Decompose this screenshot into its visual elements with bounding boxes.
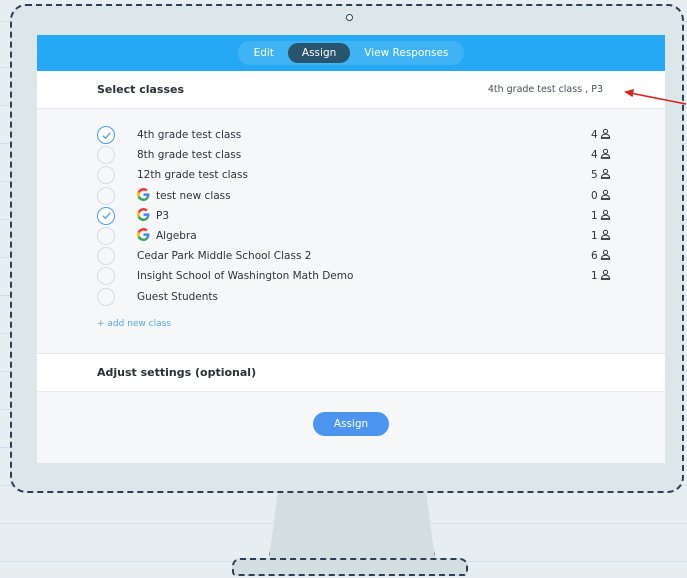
student-count-value: 4 bbox=[591, 129, 598, 142]
student-count: 4 bbox=[591, 148, 611, 162]
selected-classes-summary: 4th grade test class , P3 bbox=[487, 84, 603, 95]
class-row[interactable]: test new class 0 bbox=[37, 186, 665, 206]
tab-view-responses[interactable]: View Responses bbox=[350, 43, 462, 63]
google-classroom-icon bbox=[137, 228, 150, 244]
class-name-label: P3 bbox=[156, 209, 170, 222]
class-checkbox[interactable] bbox=[97, 126, 115, 145]
class-row[interactable]: 8th grade test class 4 bbox=[37, 145, 665, 165]
student-count-value: 6 bbox=[591, 250, 598, 263]
webcam-dot bbox=[346, 14, 353, 21]
student-count: 5 bbox=[591, 168, 611, 182]
student-count: 6 bbox=[591, 249, 611, 263]
class-list: 4th grade test class 4 8th grade test clas… bbox=[37, 109, 665, 307]
class-name-label: Cedar Park Middle School Class 2 bbox=[137, 250, 312, 263]
student-count-value: 1 bbox=[591, 209, 598, 222]
class-name-label: 12th grade test class bbox=[137, 169, 248, 182]
google-classroom-icon bbox=[137, 207, 150, 224]
class-name-label: Algebra bbox=[156, 230, 197, 243]
person-icon bbox=[600, 148, 611, 162]
class-name: test new class bbox=[137, 187, 231, 204]
class-checkbox[interactable] bbox=[97, 247, 115, 266]
class-name: 8th grade test class bbox=[137, 149, 241, 161]
class-checkbox[interactable] bbox=[97, 206, 115, 225]
assign-button[interactable]: Assign bbox=[313, 412, 389, 436]
class-checkbox[interactable] bbox=[97, 287, 115, 306]
student-count: 1 bbox=[591, 229, 611, 243]
tab-assign[interactable]: Assign bbox=[287, 43, 351, 63]
class-checkbox[interactable] bbox=[97, 166, 115, 185]
class-name: Algebra bbox=[137, 228, 197, 244]
adjust-settings-header[interactable]: Adjust settings (optional) bbox=[37, 353, 665, 392]
person-icon bbox=[600, 269, 611, 283]
checkmark-icon bbox=[101, 131, 111, 139]
add-new-class-link[interactable]: + add new class bbox=[97, 319, 665, 329]
student-count-value: 1 bbox=[591, 270, 598, 283]
tab-edit[interactable]: Edit bbox=[240, 43, 288, 63]
class-row[interactable]: 4th grade test class 4 bbox=[37, 125, 665, 145]
student-count-value: 5 bbox=[591, 169, 598, 182]
class-row[interactable]: Algebra 1 bbox=[37, 226, 665, 246]
class-checkbox[interactable] bbox=[97, 146, 115, 165]
monitor-stand-base bbox=[232, 558, 468, 576]
person-icon bbox=[600, 249, 611, 263]
tab-group: Edit Assign View Responses bbox=[237, 41, 465, 65]
class-name: P3 bbox=[137, 207, 170, 224]
checkmark-icon bbox=[101, 212, 111, 220]
top-nav-bar: Edit Assign View Responses bbox=[37, 35, 665, 71]
class-name: 12th grade test class bbox=[137, 169, 248, 181]
select-classes-header[interactable]: Select classes 4th grade test class , P3 bbox=[37, 71, 665, 109]
class-name: Cedar Park Middle School Class 2 bbox=[137, 250, 311, 262]
person-icon bbox=[600, 168, 611, 182]
class-name-label: Guest Students bbox=[137, 290, 218, 303]
student-count: 1 bbox=[591, 269, 611, 283]
student-count: 0 bbox=[591, 189, 611, 203]
class-name: 4th grade test class bbox=[137, 129, 241, 141]
class-name-label: test new class bbox=[156, 189, 231, 202]
student-count-value: 1 bbox=[591, 230, 598, 243]
app-screen: Edit Assign View Responses Select classe… bbox=[37, 35, 665, 463]
class-name: Guest Students bbox=[137, 291, 218, 303]
class-row[interactable]: Guest Students bbox=[37, 287, 665, 307]
person-icon bbox=[600, 128, 611, 142]
annotation-arrow-icon bbox=[624, 89, 687, 105]
student-count: 1 bbox=[591, 209, 611, 223]
student-count-value: 0 bbox=[591, 189, 598, 202]
class-row[interactable]: 12th grade test class 5 bbox=[37, 165, 665, 185]
select-classes-title: Select classes bbox=[97, 83, 185, 96]
class-name-label: Insight School of Washington Math Demo bbox=[137, 270, 354, 283]
person-icon bbox=[600, 229, 611, 243]
class-name-label: 4th grade test class bbox=[137, 129, 242, 142]
student-count-value: 4 bbox=[591, 149, 598, 162]
class-row[interactable]: P3 1 bbox=[37, 206, 665, 226]
class-checkbox[interactable] bbox=[97, 186, 115, 205]
google-classroom-icon bbox=[137, 187, 150, 204]
student-count: 4 bbox=[591, 128, 611, 142]
class-checkbox[interactable] bbox=[97, 227, 115, 246]
class-row[interactable]: Insight School of Washington Math Demo 1 bbox=[37, 266, 665, 286]
class-checkbox[interactable] bbox=[97, 267, 115, 286]
monitor-stand-neck bbox=[268, 491, 436, 565]
person-icon bbox=[600, 209, 611, 223]
class-name: Insight School of Washington Math Demo bbox=[137, 270, 353, 282]
adjust-settings-title: Adjust settings (optional) bbox=[97, 366, 257, 379]
class-row[interactable]: Cedar Park Middle School Class 2 6 bbox=[37, 246, 665, 266]
class-name-label: 8th grade test class bbox=[137, 149, 242, 162]
person-icon bbox=[600, 189, 611, 203]
